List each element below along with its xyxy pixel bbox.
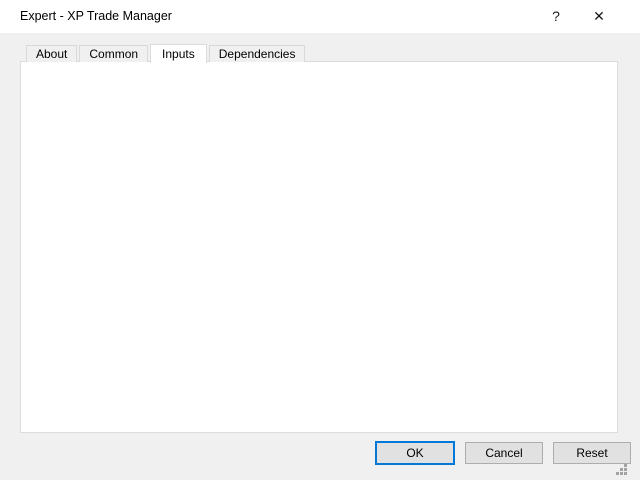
ok-button[interactable]: OK <box>375 441 455 465</box>
tab-common[interactable]: Common <box>79 45 148 62</box>
tab-dependencies[interactable]: Dependencies <box>209 45 306 62</box>
titlebar: Expert - XP Trade Manager ? ✕ <box>0 0 640 33</box>
resize-grip-icon[interactable] <box>612 460 628 476</box>
close-icon[interactable]: ✕ <box>580 0 618 33</box>
inputs-tab-page <box>20 61 618 433</box>
tab-about[interactable]: About <box>26 45 77 62</box>
cancel-button[interactable]: Cancel <box>465 442 543 464</box>
window-title: Expert - XP Trade Manager <box>20 0 172 33</box>
tab-inputs[interactable]: Inputs <box>150 44 207 63</box>
tab-strip: AboutCommonInputsDependencies <box>26 43 307 62</box>
help-icon[interactable]: ? <box>537 0 575 33</box>
